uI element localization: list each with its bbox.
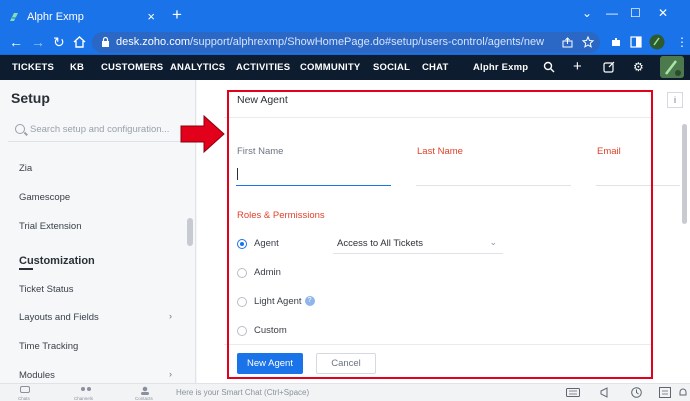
clock-icon[interactable] bbox=[631, 387, 642, 398]
nav-activities[interactable]: ACTIVITIES bbox=[236, 62, 290, 73]
url-domain: desk.zoho.com bbox=[116, 36, 190, 48]
sidebar-item-gamescope[interactable]: Gamescope bbox=[19, 192, 70, 203]
sidebar-item-ticket-status[interactable]: Ticket Status bbox=[19, 284, 74, 295]
bookmark-star-icon[interactable] bbox=[582, 36, 594, 48]
chevron-right-icon: › bbox=[169, 369, 172, 379]
new-tab-button[interactable]: + bbox=[172, 4, 182, 26]
back-button[interactable]: ← bbox=[9, 34, 23, 50]
notifications-icon[interactable] bbox=[678, 387, 688, 398]
minimize-button[interactable]: — bbox=[606, 6, 618, 20]
org-name[interactable]: Alphr Exmp bbox=[473, 62, 528, 73]
extensions-icon[interactable] bbox=[610, 36, 622, 48]
nav-analytics[interactable]: ANALYTICS bbox=[170, 62, 225, 73]
nav-community[interactable]: COMMUNITY bbox=[300, 62, 360, 73]
search-placeholder: Search setup and configuration... bbox=[30, 124, 170, 135]
side-panel-icon[interactable] bbox=[630, 36, 642, 48]
reload-button[interactable]: ↻ bbox=[53, 34, 65, 50]
browser-toolbar: ← → ↻ desk.zoho.com/support/alphrexmp/Sh… bbox=[0, 30, 690, 55]
notes-icon[interactable] bbox=[659, 387, 671, 398]
sidebar-item-time-tracking[interactable]: Time Tracking bbox=[19, 341, 78, 352]
chats-label: Chats bbox=[18, 396, 30, 401]
setup-search-input[interactable]: Search setup and configuration... bbox=[8, 118, 184, 142]
add-icon[interactable]: + bbox=[573, 58, 582, 75]
pointer-arrow-icon bbox=[180, 114, 225, 154]
nav-kb[interactable]: KB bbox=[70, 62, 84, 73]
info-button[interactable]: i bbox=[667, 92, 683, 108]
sidebar-title: Setup bbox=[11, 90, 50, 106]
share-icon[interactable] bbox=[562, 37, 573, 48]
address-bar[interactable]: desk.zoho.com/support/alphrexmp/ShowHome… bbox=[92, 32, 600, 53]
gear-icon[interactable]: ⚙ bbox=[633, 60, 644, 74]
browser-tab-title: Alphr Exmp bbox=[27, 11, 84, 23]
chevron-right-icon: › bbox=[169, 311, 172, 321]
home-icon[interactable] bbox=[73, 36, 86, 48]
nav-customers[interactable]: CUSTOMERS bbox=[101, 62, 163, 73]
nav-tickets[interactable]: TICKETS bbox=[12, 62, 54, 73]
contacts-icon[interactable] bbox=[140, 386, 150, 395]
close-window-button[interactable]: ✕ bbox=[658, 6, 668, 20]
compose-icon[interactable] bbox=[603, 61, 615, 73]
megaphone-icon[interactable] bbox=[600, 387, 612, 398]
search-icon[interactable] bbox=[543, 61, 555, 73]
sidebar-item-layouts-fields[interactable]: Layouts and Fields bbox=[19, 312, 99, 323]
sidebar-item-modules[interactable]: Modules bbox=[19, 370, 55, 381]
profile-avatar-icon[interactable] bbox=[649, 34, 665, 50]
channels-label: Channels bbox=[74, 396, 94, 401]
browser-tab-bar: Alphr Exmp × + ⌄ — ☐ ✕ bbox=[0, 0, 690, 30]
chrome-menu-icon[interactable]: ⋮ bbox=[676, 35, 688, 49]
sidebar-item-zia[interactable]: Zia bbox=[19, 163, 32, 174]
search-icon bbox=[15, 124, 25, 134]
smart-chat-input[interactable]: Here is your Smart Chat (Ctrl+Space) bbox=[176, 388, 309, 397]
user-avatar-image bbox=[660, 56, 684, 78]
maximize-button[interactable]: ☐ bbox=[630, 6, 641, 20]
url-text: desk.zoho.com/support/alphrexmp/ShowHome… bbox=[116, 36, 544, 48]
user-avatar[interactable] bbox=[660, 56, 684, 78]
tab-search-icon[interactable]: ⌄ bbox=[582, 6, 592, 20]
forward-button[interactable]: → bbox=[31, 34, 45, 50]
sidebar-item-trial-extension[interactable]: Trial Extension bbox=[19, 221, 81, 232]
contacts-label: Contacts bbox=[135, 396, 153, 401]
lock-icon bbox=[102, 36, 109, 47]
highlight-box bbox=[227, 90, 653, 379]
keyboard-icon[interactable] bbox=[566, 388, 580, 397]
chats-icon[interactable] bbox=[20, 386, 30, 395]
nav-social[interactable]: SOCIAL bbox=[373, 62, 410, 73]
sidebar-scrollbar[interactable] bbox=[187, 218, 193, 246]
bottom-bar: Chats Channels Contacts Here is your Sma… bbox=[0, 383, 690, 401]
setup-sidebar: Setup Search setup and configuration... … bbox=[0, 80, 196, 383]
close-tab-icon[interactable]: × bbox=[147, 9, 155, 24]
zoho-desk-favicon bbox=[10, 13, 18, 21]
url-path: /support/alphrexmp/ShowHomePage.do#setup… bbox=[189, 36, 545, 48]
nav-chat[interactable]: CHAT bbox=[422, 62, 448, 73]
browser-tab[interactable]: Alphr Exmp × bbox=[2, 4, 165, 30]
channels-icon[interactable] bbox=[80, 386, 92, 395]
sidebar-section-customization: Customization bbox=[19, 255, 95, 270]
main-scrollbar[interactable] bbox=[682, 124, 687, 224]
app-top-nav: TICKETS KB CUSTOMERS ANALYTICS ACTIVITIE… bbox=[0, 55, 690, 80]
